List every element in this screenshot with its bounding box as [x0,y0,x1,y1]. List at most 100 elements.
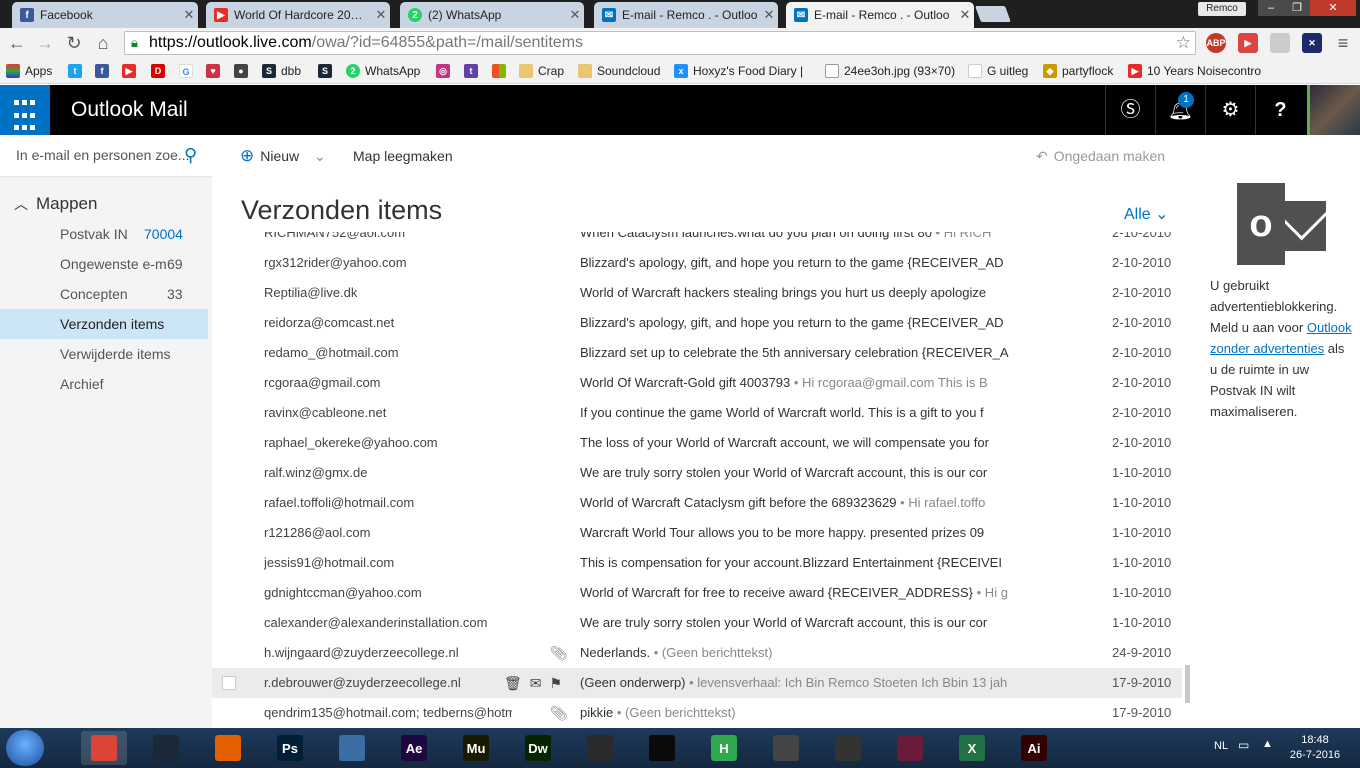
bookmark-partyflock[interactable]: ◆ partyflock [1043,62,1113,80]
message-row[interactable]: calexander@alexanderinstallation.com We a… [212,608,1182,638]
settings-gear-icon[interactable]: ⚙ [1205,85,1255,135]
taskbar-app[interactable] [639,731,685,765]
browser-tab[interactable]: ▶ World Of Hardcore 20… ✕ [206,2,390,28]
taskbar-app[interactable] [143,731,189,765]
bookmark-folder-crap[interactable]: Crap [519,62,564,80]
taskbar-app[interactable]: Mu [453,731,499,765]
browser-tab[interactable]: f Facebook ✕ [12,2,198,28]
select-checkbox[interactable] [222,676,236,690]
message-row[interactable]: rcgoraa@gmail.com World Of Warcraft-Gold … [212,368,1182,398]
browser-tab[interactable]: ✉ E-mail - Remco . - Outloo ✕ [594,2,778,28]
system-clock[interactable]: 18:48 26-7-2016 [1285,733,1345,763]
folder-sent-items[interactable]: Verzonden items [0,309,208,339]
minimize-button[interactable]: – [1258,0,1284,16]
extension-icon[interactable]: ✕ [1302,33,1322,53]
battery-icon[interactable]: ▭ [1238,738,1249,752]
new-message-button[interactable]: ⊕ Nieuw [240,135,299,177]
taskbar-app[interactable] [329,731,375,765]
notifications-bell-icon[interactable]: 🔔︎ [1155,85,1205,135]
avatar[interactable] [1307,85,1360,135]
scrollbar-thumb[interactable] [1185,665,1190,703]
message-row[interactable]: rafael.toffoli@hotmail.com World of Warcr… [212,488,1182,518]
bookmark-dbb[interactable]: Sdbb [262,62,301,80]
browser-tab-active[interactable]: ✉ E-mail - Remco . - Outloo ✕ [786,2,974,28]
message-row[interactable]: Reptilia@live.dk World of Warcraft hacker… [212,278,1182,308]
undo-button[interactable]: ↶ Ongedaan maken [1036,135,1165,177]
bookmark-twitch[interactable]: t [464,62,483,80]
message-row[interactable]: RICHMAN752@aol.com When Cataclysm launche… [212,232,1182,248]
bookmark-instagram[interactable]: ◎ [436,62,455,80]
bookmark-google[interactable]: G [179,62,198,80]
message-row[interactable]: r121286@aol.com Warcraft World Tour allow… [212,518,1182,548]
skype-icon[interactable]: Ⓢ [1105,85,1155,135]
taskbar-app[interactable] [205,731,251,765]
message-row[interactable]: raphael_okereke@yahoo.com The loss of you… [212,428,1182,458]
url-bar[interactable]: 🔒︎ https://outlook.live.com/owa/?id=64855… [124,31,1196,55]
maximize-button[interactable]: ❐ [1284,0,1310,16]
message-row[interactable]: jessis91@hotmail.com This is compensation… [212,548,1182,578]
taskbar-app[interactable]: X [949,731,995,765]
taskbar-app[interactable] [887,731,933,765]
forward-icon[interactable]: → [34,32,56,54]
folder-inbox[interactable]: Postvak IN 70004 [0,219,208,249]
chevron-down-icon[interactable]: ⌄ [314,135,326,177]
bookmark-dumpert[interactable]: D [151,62,170,80]
home-icon[interactable]: ⌂ [92,32,114,54]
bookmark-microsoft[interactable] [492,62,511,80]
help-icon[interactable]: ? [1255,85,1305,135]
bookmark-folder-soundcloud[interactable]: Soundcloud [578,62,660,80]
empty-folder-button[interactable]: Map leegmaken [353,135,453,177]
folder-archive[interactable]: Archief [0,369,208,399]
bookmark-food-diary[interactable]: x Hoxyz's Food Diary | [674,62,803,80]
profile-button[interactable]: Remco [1198,2,1246,16]
bookmark-facebook[interactable]: f [95,62,114,80]
taskbar-app[interactable] [763,731,809,765]
taskbar-app[interactable]: Ai [1011,731,1057,765]
delete-icon[interactable]: 🗑︎ [504,675,530,691]
search-icon[interactable]: ⚲ [184,145,197,166]
bookmark-noisecontrollers[interactable]: ▶ 10 Years Noisecontro [1128,62,1268,80]
bookmark-steam[interactable]: S [318,62,337,80]
taskbar-app[interactable]: Ps [267,731,313,765]
mark-read-icon[interactable]: ✉ [530,675,550,691]
scrollbar[interactable] [1183,237,1193,727]
taskbar-app[interactable] [577,731,623,765]
message-row[interactable]: r.debrouwer@zuyderzeecollege.nl 🗑︎✉⚑ (Geen… [212,668,1182,698]
close-icon[interactable]: ✕ [956,7,974,23]
flag-icon[interactable]: ⚑ [550,675,571,691]
browser-tab[interactable]: 2 (2) WhatsApp ✕ [400,2,584,28]
filter-dropdown[interactable]: Alle ⌄ [1124,204,1169,224]
folder-drafts[interactable]: Concepten 33 [0,279,208,309]
close-icon[interactable]: ✕ [566,7,584,23]
bookmark-apps[interactable]: Apps [6,62,52,80]
close-icon[interactable]: ✕ [180,7,198,23]
start-button[interactable] [6,730,44,766]
language-indicator[interactable]: NL [1214,740,1228,752]
extension-icon[interactable] [1270,33,1290,53]
youtube-extension-icon[interactable]: ▶ [1238,33,1258,53]
bookmark-site[interactable]: ● [234,62,253,80]
message-row[interactable]: qendrim135@hotmail.com; tedberns@hotm 📎︎ p… [212,698,1182,728]
back-icon[interactable]: ← [6,32,28,54]
app-launcher-icon[interactable] [0,85,50,135]
message-row[interactable]: reidorza@comcast.net Blizzard's apology, … [212,308,1182,338]
message-row[interactable]: rgx312rider@yahoo.com Blizzard's apology,… [212,248,1182,278]
bookmark-whatsapp[interactable]: 2 WhatsApp [346,62,420,80]
search-box[interactable]: In e-mail en personen zoe... ⚲ [0,135,212,177]
message-row[interactable]: ravinx@cableone.net If you continue the g… [212,398,1182,428]
window-close-button[interactable]: ✕ [1310,0,1356,16]
reload-icon[interactable]: ↻ [63,32,85,54]
network-icon[interactable]: ▲ [1262,738,1273,750]
close-icon[interactable]: ✕ [760,7,778,23]
bookmark-youtube[interactable]: ▶ [122,62,141,80]
taskbar-app[interactable]: Dw [515,731,561,765]
bookmark-twitter[interactable]: t [68,62,87,80]
bookmark-image[interactable]: 24ee3oh.jpg (93×70) [825,62,955,80]
taskbar-app[interactable]: H [701,731,747,765]
close-icon[interactable]: ✕ [372,7,390,23]
bookmark-weheartit[interactable]: ♥ [206,62,225,80]
search-input[interactable]: In e-mail en personen zoe... [16,147,190,163]
taskbar-app[interactable] [81,731,127,765]
folder-junk[interactable]: Ongewenste e-m 69 [0,249,208,279]
adblock-extension-icon[interactable]: ABP [1206,33,1226,53]
